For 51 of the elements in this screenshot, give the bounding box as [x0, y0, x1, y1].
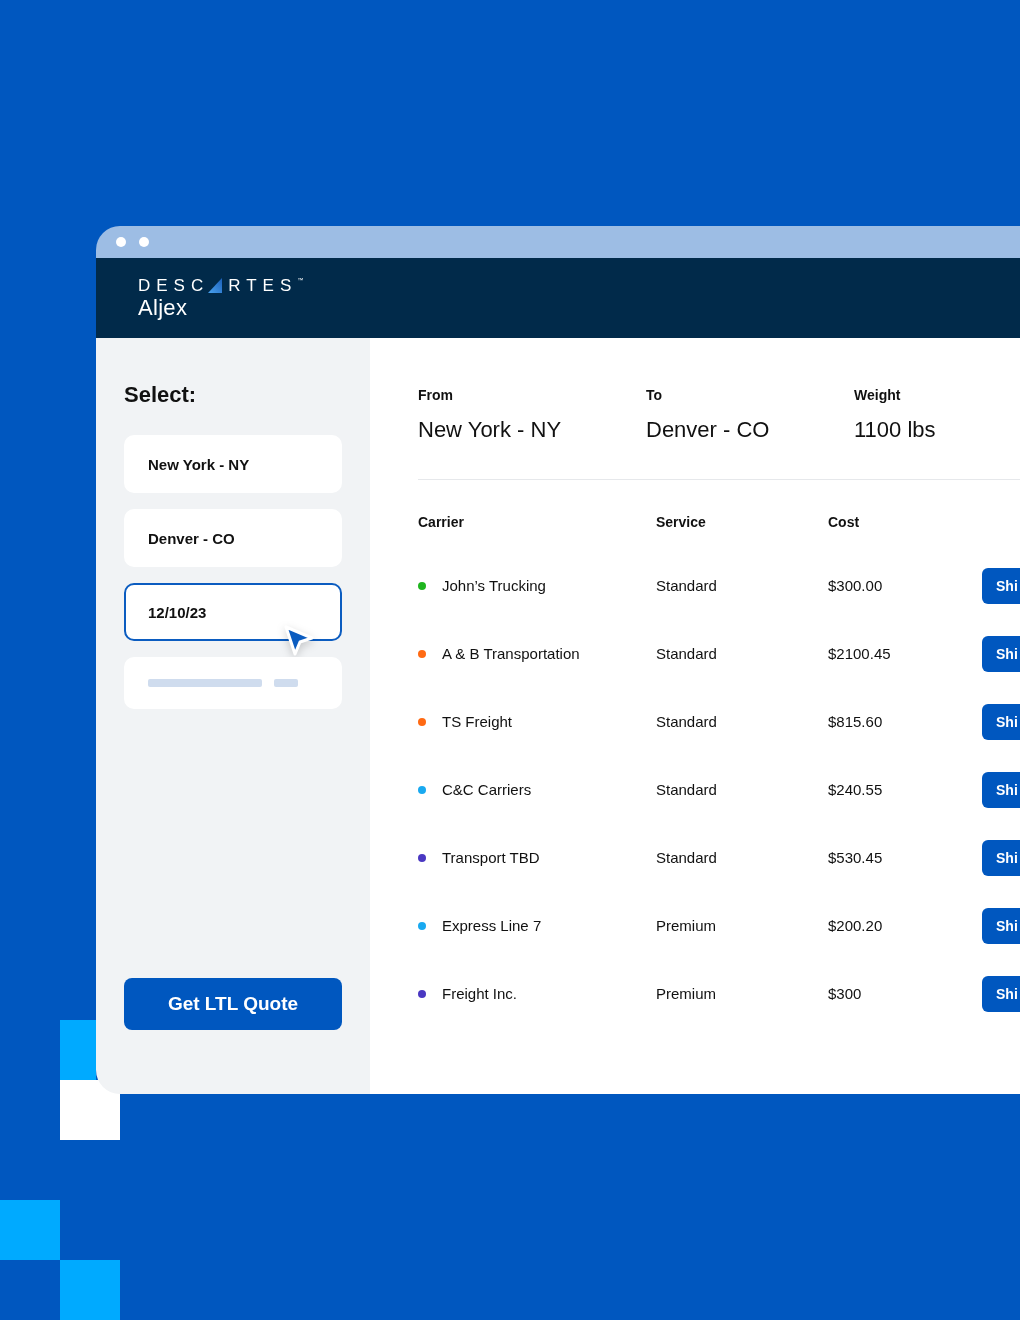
- service-name: Standard: [656, 713, 717, 730]
- row-action-button[interactable]: Shi: [982, 568, 1020, 604]
- service-name: Standard: [656, 645, 717, 662]
- carrier-name: Freight Inc.: [442, 985, 518, 1003]
- row-action-button[interactable]: Shi: [982, 704, 1020, 740]
- logo-wordmark: RTES: [228, 276, 298, 295]
- logo-triangle-icon: [208, 277, 223, 293]
- cost-value: $300: [828, 985, 862, 1002]
- skeleton-field[interactable]: [124, 657, 342, 709]
- service-name: Standard: [656, 781, 717, 798]
- row-action-button[interactable]: Shi: [982, 840, 1020, 876]
- product-name: Aljex: [138, 294, 189, 320]
- row-action-button[interactable]: Shi: [982, 908, 1020, 944]
- sidebar-title: Select:: [124, 382, 198, 408]
- carrier-name: John’s Trucking: [442, 577, 546, 595]
- row-action-button[interactable]: Shi: [982, 636, 1020, 672]
- route-label: To: [646, 386, 664, 404]
- service-name: Premium: [656, 985, 716, 1002]
- cost-value: $815.60: [828, 713, 883, 730]
- row-action-button[interactable]: Shi: [982, 772, 1020, 808]
- column-header: Cost: [828, 513, 861, 531]
- logo-wordmark: DESC: [138, 276, 210, 295]
- carrier-name: TS Freight: [442, 713, 513, 731]
- route-value: New York - NY: [418, 416, 563, 444]
- column-header: Carrier: [418, 513, 465, 531]
- carrier-name: A & B Transportation: [442, 645, 580, 663]
- route-label: From: [418, 386, 454, 404]
- cost-value: $530.45: [828, 849, 883, 866]
- service-name: Standard: [656, 577, 717, 594]
- route-value: Denver - CO: [646, 416, 771, 444]
- window-dot-icon: [116, 237, 126, 247]
- decor-square: [0, 1200, 60, 1260]
- cost-value: $300.00: [828, 577, 883, 594]
- column-header: Service: [656, 513, 707, 531]
- cost-value: $200.20: [828, 917, 883, 934]
- carrier-name: Express Line 7: [442, 917, 542, 935]
- cost-value: $240.55: [828, 781, 883, 798]
- carrier-name: Transport TBD: [442, 849, 540, 867]
- decor-square: [60, 1260, 120, 1320]
- input-field[interactable]: New York - NY: [124, 435, 342, 493]
- input-field[interactable]: Denver - CO: [124, 509, 342, 567]
- row-action-button[interactable]: Shi: [982, 976, 1020, 1012]
- service-name: Standard: [656, 849, 717, 866]
- window-dot-icon: [139, 237, 149, 247]
- route-value: 1100 lbs: [854, 416, 936, 444]
- placeholder-bar: [274, 679, 298, 687]
- cost-value: $2100.45: [828, 645, 891, 662]
- carrier-name: C&C Carriers: [442, 781, 532, 799]
- service-name: Premium: [656, 917, 716, 934]
- route-label: Weight: [854, 386, 902, 404]
- get-quote-button[interactable]: Get LTL Quote: [124, 978, 342, 1030]
